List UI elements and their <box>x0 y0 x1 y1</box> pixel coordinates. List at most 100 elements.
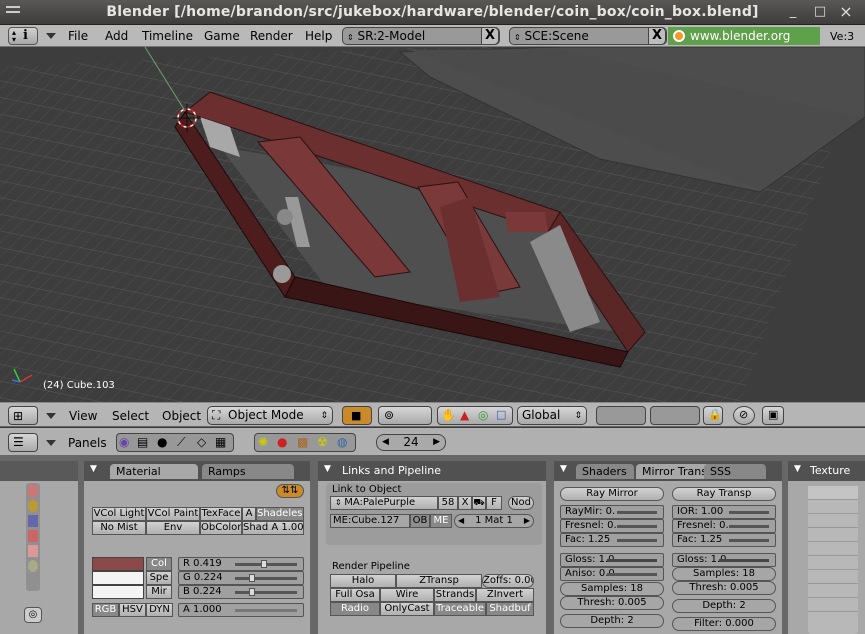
editor-type-button[interactable]: ⊞ <box>8 406 38 425</box>
transp-depth-field[interactable]: Depth: 2 <box>672 599 776 613</box>
mirror-samples-field[interactable]: Samples: 18 <box>560 582 664 596</box>
collapse-links-icon[interactable]: ▼ <box>324 464 331 474</box>
subcontext-buttons[interactable]: ✺ ● ▩ ☢ ◍ <box>254 433 356 452</box>
script-icon[interactable]: ▤ <box>137 435 148 449</box>
material-icon[interactable]: ● <box>277 435 287 449</box>
mode-selector[interactable]: ⛶ Object Mode ⇕ <box>207 406 333 425</box>
tab-sss[interactable]: SSS <box>704 464 766 479</box>
zoffs-field[interactable]: Zoffs: 0.00 <box>482 574 534 588</box>
window-type-button[interactable]: i ▴ ▾ <box>8 27 38 45</box>
onlycast-toggle[interactable]: OnlyCast <box>380 602 434 616</box>
radio-toggle[interactable]: Radio <box>330 602 380 616</box>
lock-layers-button[interactable]: 🔒 <box>703 406 723 425</box>
menu-file[interactable]: File <box>68 29 88 43</box>
link-ob-button[interactable]: OB <box>410 514 430 528</box>
shad-alpha-field[interactable]: Shad A 1.00 <box>242 521 304 535</box>
collapse-texture-icon[interactable]: ▼ <box>794 464 801 474</box>
collapse-material-icon[interactable]: ▼ <box>90 464 97 474</box>
close-button[interactable]: × <box>839 4 853 20</box>
translate-icon[interactable]: ▲ <box>460 408 469 422</box>
preview-monkey-icon[interactable] <box>28 530 38 542</box>
lamp-icon[interactable]: ✺ <box>258 435 268 449</box>
preview-type-buttons[interactable] <box>26 483 40 591</box>
preview-plane-icon[interactable] <box>28 485 38 497</box>
traceable-toggle[interactable]: Traceable <box>434 602 486 616</box>
scene-icon[interactable]: ▦ <box>215 435 226 449</box>
ztransp-toggle[interactable]: ZTransp <box>396 574 482 588</box>
texture-icon[interactable]: ▩ <box>297 435 308 449</box>
material-users-field[interactable]: 58 <box>438 496 458 510</box>
tab-material[interactable]: Material <box>110 464 198 479</box>
wire-toggle[interactable]: Wire <box>380 588 434 602</box>
preview-cube-icon[interactable] <box>28 515 38 527</box>
zinvert-toggle[interactable]: ZInvert <box>476 588 534 602</box>
transp-thresh-field[interactable]: Thresh: 0.005 <box>672 581 776 595</box>
shadeless-toggle[interactable]: Shadeless <box>256 507 304 521</box>
scene-selector[interactable]: ⇕ SCE:Scene X <box>509 27 667 45</box>
vcol-light-toggle[interactable]: VCol Light <box>92 507 146 521</box>
ray-transp-toggle[interactable]: Ray Transp <box>672 487 776 501</box>
frame-next-icon[interactable]: ▶ <box>433 435 440 450</box>
texture-channel[interactable] <box>808 556 858 570</box>
blue-slider[interactable]: B 0.224 <box>178 585 304 599</box>
collapse-buttons-header-icon[interactable] <box>46 440 56 446</box>
mat-prev-icon[interactable]: ◀ <box>458 515 464 527</box>
panels-menu[interactable]: Panels <box>68 436 107 450</box>
transp-samples-field[interactable]: Samples: 18 <box>672 567 776 581</box>
frame-number-field[interactable]: ◀ 24 ▶ <box>376 434 446 451</box>
mirror-fac-slider[interactable]: Fac: 1.25 <box>560 533 664 547</box>
env-toggle[interactable]: Env <box>146 521 200 535</box>
mesh-name-field[interactable]: ME:Cube.127 <box>330 514 410 528</box>
transp-gloss-slider[interactable]: Gloss: 1.0 <box>672 553 776 567</box>
blender-website-link[interactable]: www.blender.org 249.2 <box>668 27 820 61</box>
nodes-button[interactable]: Nod <box>508 496 534 510</box>
texture-channel-list[interactable] <box>808 486 858 634</box>
transp-fac-slider[interactable]: Fac: 1.25 <box>672 533 776 547</box>
preview-hair-icon[interactable] <box>28 545 38 557</box>
red-slider[interactable]: R 0.419 <box>178 557 304 571</box>
aniso-slider[interactable]: Aniso: 0.0 <box>560 567 664 581</box>
maximize-button[interactable]: □ <box>813 5 827 19</box>
auto-material-button[interactable]: ⛟ <box>472 496 486 510</box>
occlusion-button[interactable]: ⊘ <box>733 406 755 425</box>
editing-icon[interactable]: ◇ <box>197 435 206 449</box>
material-index-field[interactable]: ◀ 1 Mat 1 ▶ <box>454 514 534 528</box>
preview-sphere-icon[interactable] <box>28 500 38 512</box>
ior-slider[interactable]: IOR: 1.00 <box>672 505 776 519</box>
filter-field[interactable]: Filter: 0.000 <box>672 617 776 631</box>
mir-swatch[interactable] <box>92 585 144 599</box>
preview-sky-icon[interactable] <box>28 560 38 572</box>
material-browse-icon[interactable]: ⇕ <box>335 498 344 507</box>
material-pin-button[interactable]: ⇅⇅ <box>276 484 304 498</box>
texture-channel[interactable] <box>808 570 858 584</box>
alpha-toggle[interactable]: A <box>242 507 256 521</box>
rotate-icon[interactable]: ◎ <box>478 408 488 422</box>
tab-shaders[interactable]: Shaders <box>576 464 634 479</box>
buttons-editor-type[interactable]: ☰ <box>8 433 38 452</box>
orientation-selector[interactable]: Global ⇕ <box>517 406 587 425</box>
spe-swatch[interactable] <box>92 571 144 585</box>
menu-timeline[interactable]: Timeline <box>142 29 193 43</box>
mir-button[interactable]: Mir <box>146 585 172 599</box>
collapse-mirror-icon[interactable]: ▼ <box>560 464 567 474</box>
object-icon[interactable]: ⟋ <box>177 435 185 450</box>
transp-fresnel-slider[interactable]: Fresnel: 0. <box>672 519 776 533</box>
full-osa-toggle[interactable]: Full Osa <box>330 588 380 602</box>
menu-view[interactable]: View <box>69 409 97 423</box>
mirror-depth-field[interactable]: Depth: 2 <box>560 614 664 628</box>
delete-scene-button[interactable]: X <box>648 27 666 45</box>
mirror-thresh-field[interactable]: Thresh: 0.005 <box>560 596 664 610</box>
col-button[interactable]: Col <box>146 557 172 571</box>
fake-user-button[interactable]: F <box>486 496 502 510</box>
radiosity-icon[interactable]: ☢ <box>317 435 328 449</box>
mirror-fresnel-slider[interactable]: Fresnel: 0. <box>560 519 664 533</box>
alpha-slider[interactable]: A 1.000 <box>178 603 304 617</box>
hsv-mode-button[interactable]: HSV <box>119 603 146 617</box>
tab-ramps[interactable]: Ramps <box>202 464 294 479</box>
screen-selector[interactable]: ⇕ SR:2-Model X <box>342 27 500 45</box>
collapse-header-icon[interactable] <box>46 33 56 39</box>
shading-icon[interactable]: ● <box>157 435 167 449</box>
layer-buttons-right[interactable] <box>650 406 700 425</box>
obcolor-toggle[interactable]: ObColor <box>200 521 242 535</box>
preview-refresh-icon[interactable]: ◎ <box>24 607 42 623</box>
